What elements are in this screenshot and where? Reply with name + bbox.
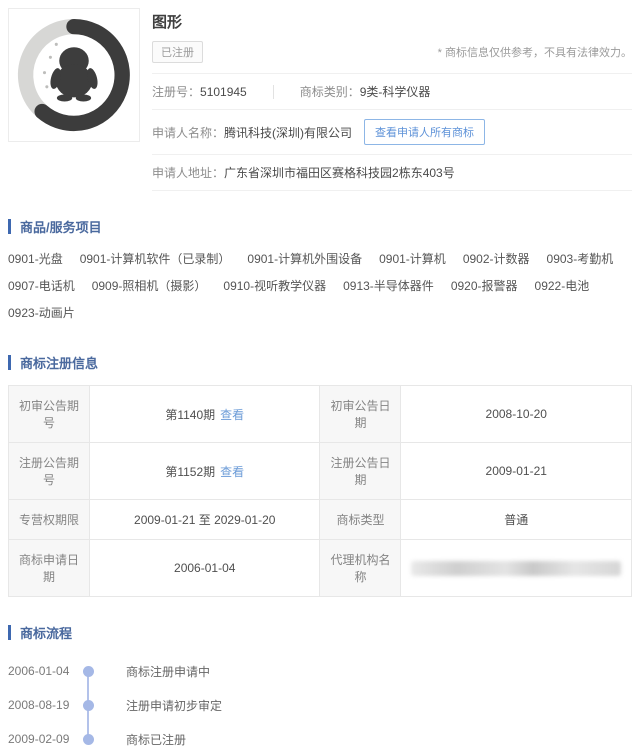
goods-item: 0901-计算机	[379, 246, 446, 273]
timeline-event: 2008-08-19 注册申请初步审定	[8, 688, 632, 722]
row-value-cell: 2008-10-20	[401, 386, 632, 443]
goods-item: 0907-电话机	[8, 273, 75, 300]
dot-icon	[83, 734, 94, 745]
row-value-text: 第1152期	[165, 465, 215, 479]
goods-services-section: 商品/服务项目 0901-光盘 0901-计算机软件（已录制） 0901-计算机外围…	[8, 217, 632, 327]
timeline-date: 2008-08-19	[8, 698, 72, 712]
goods-item: 0910-视听教学仪器	[223, 273, 326, 300]
row-value-cell: 第1140期查看	[89, 386, 320, 443]
table-row: 注册公告期号第1152期查看注册公告日期2009-01-21	[9, 443, 632, 500]
registration-number-row: 注册号： 5101945 商标类别： 9类-科学仪器	[152, 73, 632, 109]
applicant-row: 申请人名称： 腾讯科技(深圳)有限公司 查看申请人所有商标	[152, 109, 632, 154]
view-gazette-link[interactable]: 查看	[220, 408, 244, 422]
section-header: 商品/服务项目	[8, 217, 632, 236]
goods-item: 0922-电池	[535, 273, 590, 300]
address-label: 申请人地址：	[152, 164, 224, 181]
row-value-text: 第1140期	[165, 408, 215, 422]
goods-list: 0901-光盘 0901-计算机软件（已录制） 0901-计算机外围设备 0901-计…	[8, 246, 632, 327]
row-value-cell: 2009-01-21 至 2029-01-20	[89, 500, 320, 540]
row-value-cell: 第1152期查看	[89, 443, 320, 500]
goods-item: 0901-计算机软件（已录制）	[80, 246, 231, 273]
goods-section-title: 商品/服务项目	[20, 217, 102, 236]
timeline-date: 2009-02-09	[8, 732, 72, 746]
goods-item: 0902-计数器	[463, 246, 530, 273]
reg-no-value: 5101945	[200, 85, 247, 99]
timeline-label: 商标注册申请中	[126, 663, 210, 680]
address-row: 申请人地址： 广东省深圳市福田区赛格科技园2栋东403号	[152, 154, 632, 190]
row-label: 注册公告期号	[9, 443, 90, 500]
vertical-divider	[273, 85, 274, 99]
section-accent-bar	[8, 625, 11, 640]
timeline-date: 2006-01-04	[8, 664, 72, 678]
trademark-image	[8, 8, 140, 142]
row-value-cell: 普通	[401, 500, 632, 540]
category-value: 9类-科学仪器	[360, 83, 431, 100]
row-value-cell: 2006-01-04	[89, 540, 320, 597]
applicant-label: 申请人名称：	[152, 124, 224, 141]
row-value-text: 2009-01-21	[486, 464, 547, 478]
header-info: 图形 已注册 * 商标信息仅供参考，不具有法律效力。 注册号： 5101945 …	[152, 8, 632, 191]
table-row: 专营权期限 2009-01-21 至 2029-01-20 商标类型 普通	[9, 500, 632, 540]
row-label: 代理机构名称	[320, 540, 401, 597]
view-gazette-link[interactable]: 查看	[220, 465, 244, 479]
row-value-text: 2008-10-20	[486, 407, 547, 421]
timeline-events: 2006-01-04 商标注册申请中 2008-08-19 注册申请初步审定 2009-…	[8, 654, 632, 756]
goods-item: 0903-考勤机	[547, 246, 614, 273]
disclaimer-text: * 商标信息仅供参考，不具有法律效力。	[438, 44, 632, 60]
section-header: 商标注册信息	[8, 353, 632, 372]
section-accent-bar	[8, 355, 11, 370]
trademark-name-title: 图形	[152, 8, 632, 41]
row-label: 商标类型	[320, 500, 401, 540]
goods-item: 0920-报警器	[451, 273, 518, 300]
reg-no-label: 注册号：	[152, 83, 200, 100]
registration-table: 初审公告期号第1140期查看初审公告日期2008-10-20注册公告期号第115…	[8, 385, 632, 597]
timeline-dot	[72, 700, 104, 711]
row-label: 初审公告期号	[9, 386, 90, 443]
table-row: 商标申请日期 2006-01-04 代理机构名称	[9, 540, 632, 597]
timeline-label: 商标已注册	[126, 731, 186, 748]
registration-section-title: 商标注册信息	[20, 353, 98, 372]
goods-item: 0923-动画片	[8, 300, 75, 327]
qq-penguin-logo-icon	[15, 16, 133, 134]
dot-icon	[83, 666, 94, 677]
row-value-text: 普通	[504, 513, 528, 527]
trademark-detail-page: 图形 已注册 * 商标信息仅供参考，不具有法律效力。 注册号： 5101945 …	[0, 0, 640, 756]
address-value: 广东省深圳市福田区赛格科技园2栋东403号	[224, 164, 455, 181]
timeline-label: 注册申请初步审定	[126, 697, 222, 714]
table-row: 初审公告期号第1140期查看初审公告日期2008-10-20	[9, 386, 632, 443]
row-value-text: 2009-01-21 至 2029-01-20	[134, 513, 275, 527]
row-label: 注册公告日期	[320, 443, 401, 500]
row-label: 初审公告日期	[320, 386, 401, 443]
registration-table-body: 初审公告期号第1140期查看初审公告日期2008-10-20注册公告期号第115…	[9, 386, 632, 597]
row-value-cell: 2009-01-21	[401, 443, 632, 500]
header-bottom-divider	[152, 190, 632, 191]
header: 图形 已注册 * 商标信息仅供参考，不具有法律效力。 注册号： 5101945 …	[8, 8, 632, 191]
badge-row: 已注册 * 商标信息仅供参考，不具有法律效力。	[152, 41, 632, 73]
goods-item: 0913-半导体器件	[343, 273, 434, 300]
status-badge: 已注册	[152, 41, 203, 63]
section-accent-bar	[8, 219, 11, 234]
timeline-dot	[72, 734, 104, 745]
timeline-dot	[72, 666, 104, 677]
row-label: 商标申请日期	[9, 540, 90, 597]
goods-item: 0909-照相机（摄影）	[92, 273, 207, 300]
row-value-text: 2006-01-04	[174, 561, 235, 575]
view-applicant-trademarks-button[interactable]: 查看申请人所有商标	[364, 119, 485, 145]
category-label: 商标类别：	[300, 83, 360, 100]
trademark-process-section: 商标流程 2006-01-04 商标注册申请中 2008-08-19 注册申请初步审定…	[8, 623, 632, 756]
timeline-event: 2006-01-04 商标注册申请中	[8, 654, 632, 688]
applicant-value: 腾讯科技(深圳)有限公司	[224, 124, 352, 141]
dot-icon	[83, 700, 94, 711]
timeline-section-title: 商标流程	[20, 623, 72, 642]
section-header: 商标流程	[8, 623, 632, 642]
goods-item: 0901-光盘	[8, 246, 63, 273]
row-value-cell	[401, 540, 632, 597]
row-label: 专营权期限	[9, 500, 90, 540]
goods-item: 0901-计算机外围设备	[247, 246, 362, 273]
timeline-event: 2009-02-09 商标已注册	[8, 722, 632, 756]
registration-info-section: 商标注册信息 初审公告期号第1140期查看初审公告日期2008-10-20注册公…	[8, 353, 632, 597]
redacted-agency-name	[411, 561, 621, 576]
